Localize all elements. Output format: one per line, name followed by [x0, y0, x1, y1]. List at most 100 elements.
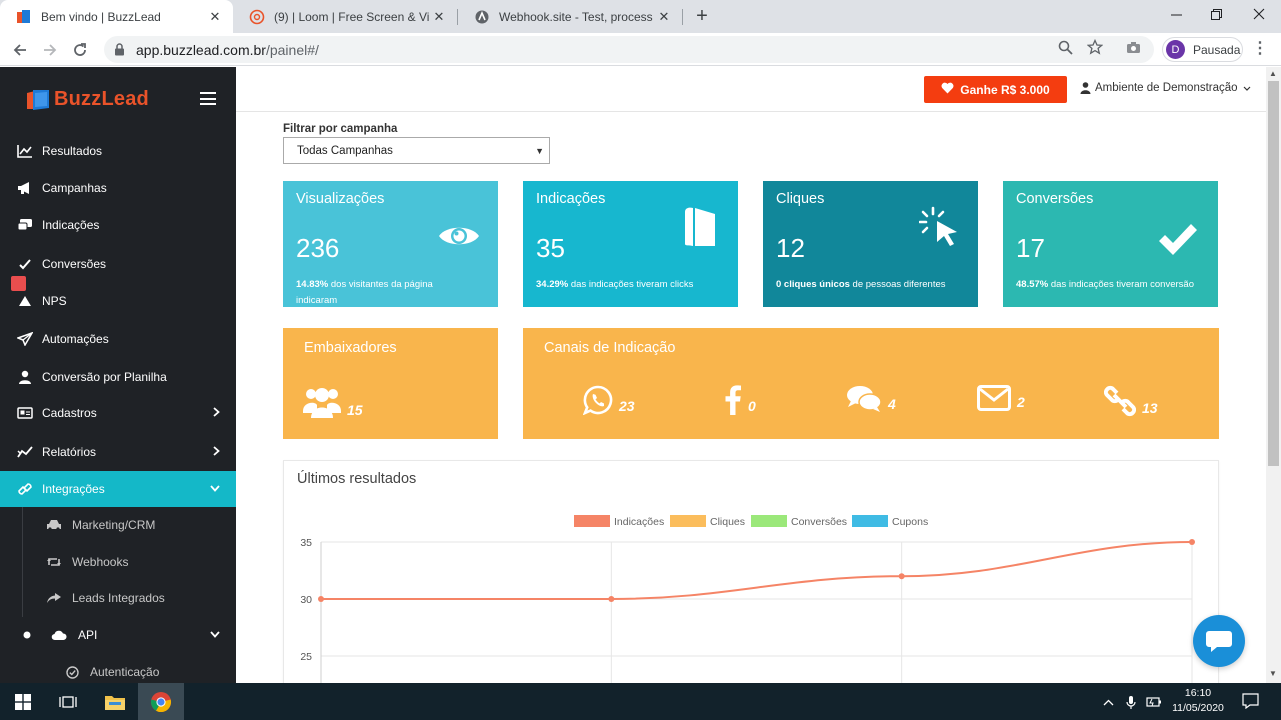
sidebar-item-resultados[interactable]: Resultados — [0, 133, 236, 169]
notifications-icon[interactable] — [1241, 692, 1259, 710]
tab-close-icon[interactable]: ✕ — [654, 9, 674, 25]
user-icon — [1080, 82, 1091, 94]
sidebar-item-cadastros[interactable]: Cadastros — [0, 395, 236, 431]
stat-card-value: 12 — [776, 233, 805, 263]
address-bar[interactable]: app.buzzlead.com.br/painel#/ — [104, 36, 1154, 63]
camera-icon[interactable] — [1124, 38, 1142, 56]
channel-value: 0 — [748, 398, 756, 414]
checkmark-icon — [1156, 221, 1200, 259]
tab-separator — [682, 9, 683, 25]
tab-buzzlead[interactable]: Bem vindo | BuzzLead ✕ — [0, 0, 233, 33]
y-tick-label: 25 — [300, 651, 312, 663]
ambassadors-title: Embaixadores — [304, 340, 397, 356]
stat-card-desc-bold: 0 cliques únicos — [776, 279, 850, 290]
forward-arrow-icon[interactable] — [37, 37, 63, 63]
profile-button[interactable]: D Pausada — [1162, 37, 1243, 62]
tab-close-icon[interactable]: ✕ — [205, 9, 225, 25]
sidebar-item-automacoes[interactable]: Automações — [0, 321, 236, 357]
area-chart-icon — [16, 444, 34, 460]
windows-start-icon[interactable] — [0, 683, 46, 720]
chrome-taskbar-icon[interactable] — [138, 683, 184, 720]
sidebar-item-indicacoes[interactable]: Indicações — [0, 207, 236, 243]
back-arrow-icon[interactable] — [7, 37, 33, 63]
legend-swatch — [852, 515, 888, 527]
sidebar: BuzzLead Resultados Campanhas Indicações — [0, 67, 236, 683]
ambassadors-metric: 15 — [303, 385, 363, 419]
file-explorer-icon[interactable] — [92, 683, 138, 720]
promo-button[interactable]: Ganhe R$ 3.000 — [924, 76, 1067, 103]
line-chart-icon — [16, 143, 34, 159]
data-point — [1189, 539, 1195, 545]
scroll-up-icon[interactable]: ▲ — [1269, 69, 1277, 78]
sidebar-item-label: Integrações — [42, 482, 105, 496]
paper-plane-icon — [16, 331, 34, 347]
brand-logo[interactable]: BuzzLead — [26, 87, 149, 111]
hamburger-menu-icon[interactable] — [200, 92, 216, 105]
environment-dropdown[interactable]: Ambiente de Demonstração — [1080, 82, 1251, 94]
stat-card-cliques: Cliques 12 0 cliques únicos de pessoas d… — [763, 181, 978, 307]
stat-card-desc: 14.83% dos visitantes da página indicara… — [296, 277, 476, 309]
results-line-chart: Indicações Cliques Conversões Cupons 35 30 25 — [300, 515, 1195, 683]
tray-expand-icon[interactable] — [1099, 693, 1117, 711]
stat-card-desc: 34.29% das indicações tiveram clicks — [536, 277, 716, 293]
sidebar-item-nps[interactable]: NPS — [0, 283, 236, 319]
user-icon — [16, 369, 34, 385]
tab-webhook[interactable]: Webhook.site - Test, process and ✕ — [458, 0, 682, 33]
scrollbar-thumb[interactable] — [1268, 81, 1279, 466]
sidebar-item-api[interactable]: API — [0, 617, 236, 653]
reload-icon[interactable] — [67, 37, 93, 63]
sidebar-item-label: API — [78, 628, 98, 642]
tab-title: Webhook.site - Test, process and — [499, 9, 654, 24]
chat-widget-button[interactable] — [1193, 615, 1245, 667]
sidebar-item-label: Campanhas — [42, 181, 107, 195]
stat-card-desc-bold: 14.83% — [296, 279, 329, 290]
main-content: Ganhe R$ 3.000 Ambiente de Demonstração … — [236, 67, 1266, 683]
bullet-icon — [18, 627, 36, 643]
sidebar-subitem-webhooks[interactable]: Webhooks — [0, 544, 236, 580]
new-tab-button[interactable]: + — [690, 5, 714, 29]
close-window-icon[interactable] — [1237, 0, 1281, 28]
filter-label: Filtrar por campanha — [283, 123, 398, 135]
sidebar-item-label: Relatórios — [42, 445, 97, 459]
sidebar-item-integracoes[interactable]: Integrações — [0, 471, 236, 507]
task-view-icon[interactable] — [45, 683, 91, 720]
microphone-icon[interactable] — [1122, 693, 1140, 711]
sidebar-item-label: NPS — [42, 294, 67, 308]
channel-link: 13 — [1104, 385, 1158, 417]
stat-card-value: 35 — [536, 233, 565, 263]
nps-icon — [16, 293, 34, 309]
sidebar-item-relatorios[interactable]: Relatórios — [0, 434, 236, 470]
sidebar-item-label: Cadastros — [42, 406, 97, 420]
sidebar-subitem-marketing-crm[interactable]: Marketing/CRM — [0, 507, 236, 543]
avatar: D — [1166, 40, 1185, 59]
sidebar-item-campanhas[interactable]: Campanhas — [0, 170, 236, 206]
car-icon — [45, 518, 63, 532]
campaign-select[interactable]: Todas Campanhas ▼ — [283, 137, 550, 164]
zoom-search-icon[interactable] — [1056, 38, 1074, 56]
browser-tabstrip: Bem vindo | BuzzLead ✕ (9) | Loom | Free… — [0, 0, 1281, 33]
sidebar-subitem-label: Autenticação — [90, 665, 160, 679]
channel-chat: 4 — [846, 385, 896, 413]
stat-card-desc: 48.57% das indicações tiveram conversão — [1016, 277, 1196, 293]
sidebar-subitem-label: Webhooks — [72, 555, 129, 569]
chevron-down-icon — [210, 484, 220, 495]
lock-icon[interactable] — [114, 43, 128, 56]
buzzlead-logo-icon — [26, 89, 50, 110]
minimize-icon[interactable] — [1154, 0, 1198, 28]
system-clock[interactable]: 16:10 11/05/2020 — [1168, 686, 1228, 716]
scroll-down-icon[interactable]: ▼ — [1269, 669, 1277, 678]
tab-title: (9) | Loom | Free Screen & Video — [274, 9, 429, 24]
battery-plug-icon[interactable] — [1145, 693, 1163, 711]
sidebar-item-conversao-planilha[interactable]: Conversão por Planilha — [0, 359, 236, 395]
tab-close-icon[interactable]: ✕ — [429, 9, 449, 25]
sidebar-item-conversoes[interactable]: Conversões — [0, 246, 236, 282]
more-vert-icon[interactable]: ⋮ — [1252, 39, 1268, 59]
sidebar-subitem-leads-integrados[interactable]: Leads Integrados — [0, 580, 236, 616]
data-point — [608, 596, 615, 602]
bookmark-star-icon[interactable] — [1086, 38, 1104, 56]
tab-loom[interactable]: (9) | Loom | Free Screen & Video ✕ — [233, 0, 457, 33]
sidebar-item-label: Indicações — [42, 218, 100, 232]
page-scrollbar[interactable]: ▲ ▼ — [1266, 67, 1281, 683]
restore-icon[interactable] — [1194, 0, 1238, 28]
buzzlead-favicon-icon — [16, 9, 32, 25]
